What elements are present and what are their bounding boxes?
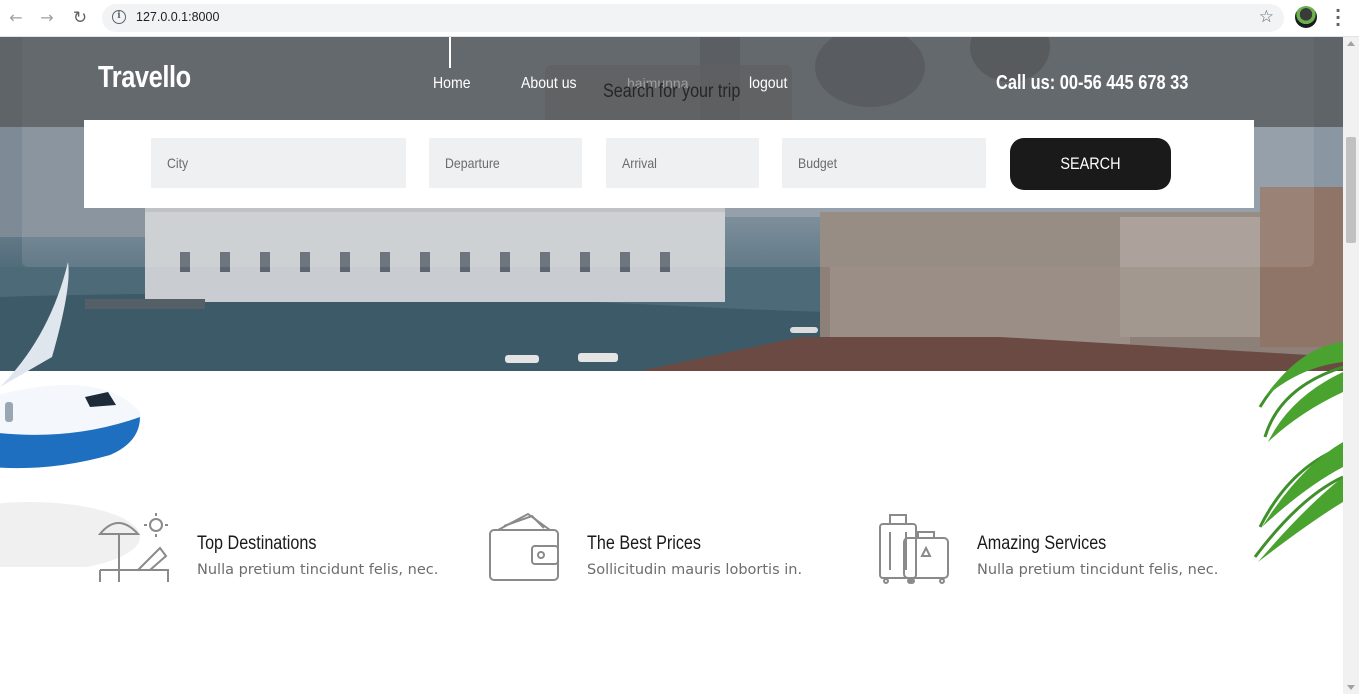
kebab-menu-icon[interactable]: · · · <box>1333 3 1343 33</box>
scrollbar-thumb[interactable] <box>1346 137 1356 243</box>
departure-input[interactable]: Departure <box>429 138 582 188</box>
feature-title: The Best Prices <box>587 533 701 554</box>
feature-text: Nulla pretium tincidunt felis, nec. <box>977 562 1219 578</box>
page-viewport: Travello haimunna Search for your trip H… <box>0 37 1343 694</box>
url-text[interactable]: 127.0.0.1:8000 <box>136 10 219 24</box>
luggage-icon <box>879 514 949 584</box>
address-bar[interactable]: i 127.0.0.1:8000 ☆ <box>102 4 1284 32</box>
nav-logout[interactable]: logout <box>749 75 787 93</box>
star-icon[interactable]: ☆ <box>1259 7 1274 27</box>
search-title: Search for your trip <box>603 81 741 102</box>
arrival-input[interactable]: Arrival <box>606 138 759 188</box>
profile-avatar[interactable] <box>1295 6 1317 28</box>
feature-title: Top Destinations <box>197 533 317 554</box>
hero-image: Travello haimunna Search for your trip H… <box>0 37 1343 371</box>
page-scrollbar[interactable] <box>1343 37 1359 694</box>
arrow-left-icon[interactable]: ← <box>6 8 26 28</box>
palm-tree-icon <box>1253 342 1343 562</box>
feature-text: Nulla pretium tincidunt felis, nec. <box>197 562 439 578</box>
scroll-up-arrow-icon[interactable] <box>1347 41 1355 46</box>
search-tab: haimunna Search for your trip <box>545 65 792 125</box>
beach-umbrella-icon <box>98 513 169 582</box>
feature-title: Amazing Services <box>977 533 1107 554</box>
phone-number: Call us: 00-56 445 678 33 <box>996 72 1189 94</box>
feature-text: Sollicitudin mauris lobortis in. <box>587 562 803 578</box>
site-logo[interactable]: Travello <box>98 59 191 95</box>
nav-home[interactable]: Home <box>433 75 471 93</box>
reload-icon[interactable]: ↻ <box>70 8 90 28</box>
scroll-down-arrow-icon[interactable] <box>1347 685 1355 690</box>
search-form: City Departure Arrival Budget SEARCH <box>84 120 1254 208</box>
search-button[interactable]: SEARCH <box>1010 138 1171 190</box>
browser-toolbar: ← → ↻ i 127.0.0.1:8000 ☆ · · · <box>0 0 1359 37</box>
city-input[interactable]: City <box>151 138 406 188</box>
active-nav-indicator <box>449 37 451 68</box>
wallet-icon <box>489 512 559 581</box>
info-icon[interactable]: i <box>112 10 126 24</box>
budget-input[interactable]: Budget <box>782 138 986 188</box>
nav-about-us[interactable]: About us <box>521 75 577 93</box>
arrow-right-icon[interactable]: → <box>37 8 57 28</box>
